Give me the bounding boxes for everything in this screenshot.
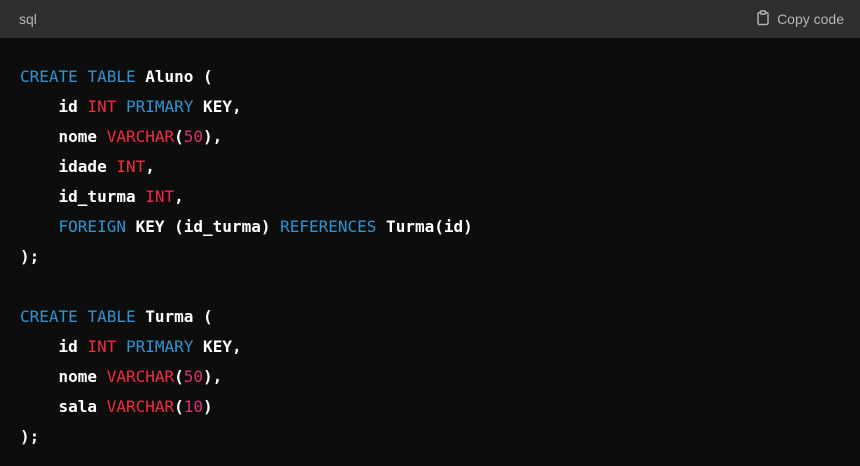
- code-block: sql Copy code CREATE TABLE Aluno ( id IN…: [0, 0, 860, 466]
- code-token: TABLE: [87, 67, 136, 86]
- code-token: VARCHAR: [106, 397, 175, 416]
- code-header: sql Copy code: [0, 0, 860, 38]
- code-token: Turma (: [135, 307, 213, 326]
- copy-code-button[interactable]: Copy code: [755, 9, 844, 29]
- code-token: INT: [87, 97, 117, 116]
- code-token: id_turma: [20, 187, 146, 206]
- code-token: PRIMARY: [125, 97, 194, 116]
- code-token: id: [20, 337, 88, 356]
- code-line: id INT PRIMARY KEY,: [20, 332, 860, 362]
- code-line: CREATE TABLE Aluno (: [20, 62, 860, 92]
- code-token: INT: [87, 337, 117, 356]
- code-token: ),: [203, 367, 223, 386]
- code-token: ): [203, 397, 213, 416]
- code-token: nome: [20, 127, 107, 146]
- code-token: id: [20, 97, 88, 116]
- code-line: idade INT,: [20, 152, 860, 182]
- code-token: (: [174, 397, 184, 416]
- code-token: sala: [20, 397, 107, 416]
- code-token: FOREIGN: [58, 217, 126, 236]
- code-line: nome VARCHAR(50),: [20, 362, 860, 392]
- code-token: (: [174, 127, 184, 146]
- code-line: );: [20, 422, 860, 452]
- code-token: VARCHAR: [106, 127, 175, 146]
- code-token: ),: [203, 127, 223, 146]
- code-token: KEY,: [193, 337, 242, 356]
- code-token: KEY,: [193, 97, 242, 116]
- code-line: );: [20, 242, 860, 272]
- code-token: idade: [20, 157, 117, 176]
- code-token: nome: [20, 367, 107, 386]
- code-token: KEY (id_turma): [125, 217, 281, 236]
- language-label: sql: [19, 11, 37, 27]
- code-token: 10: [183, 397, 204, 416]
- code-content: CREATE TABLE Aluno ( id INT PRIMARY KEY,…: [0, 38, 860, 452]
- code-token: TABLE: [87, 307, 136, 326]
- code-token: VARCHAR: [106, 367, 175, 386]
- code-line: nome VARCHAR(50),: [20, 122, 860, 152]
- code-line: id_turma INT,: [20, 182, 860, 212]
- code-token: 50: [183, 127, 204, 146]
- code-token: CREATE: [20, 67, 78, 86]
- code-line: FOREIGN KEY (id_turma) REFERENCES Turma(…: [20, 212, 860, 242]
- code-token: REFERENCES: [280, 217, 377, 236]
- clipboard-icon: [755, 9, 771, 29]
- code-token: );: [20, 427, 40, 446]
- code-token: PRIMARY: [125, 337, 194, 356]
- copy-code-label: Copy code: [777, 11, 844, 27]
- code-line: sala VARCHAR(10): [20, 392, 860, 422]
- code-token: 50: [183, 367, 204, 386]
- code-token: Aluno (: [135, 67, 213, 86]
- code-token: ,: [145, 157, 155, 176]
- code-token: ,: [174, 187, 184, 206]
- code-line: id INT PRIMARY KEY,: [20, 92, 860, 122]
- code-token: INT: [116, 157, 146, 176]
- code-token: );: [20, 247, 40, 266]
- code-token: INT: [145, 187, 175, 206]
- code-token: CREATE: [20, 307, 78, 326]
- code-token: (: [174, 367, 184, 386]
- code-token: Turma(id): [376, 217, 473, 236]
- code-line: CREATE TABLE Turma (: [20, 302, 860, 332]
